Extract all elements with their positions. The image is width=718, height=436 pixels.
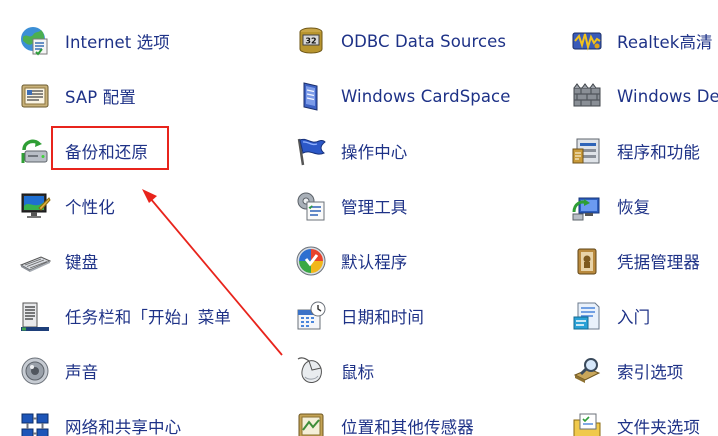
item-label: 索引选项	[617, 363, 684, 382]
control-panel-items-grid: Internet 选项 SAP 配置 备份和还原 个性化 键盘 任务栏和「开始」…	[0, 0, 718, 436]
item-label: 操作中心	[341, 143, 408, 162]
network-sharing-icon	[18, 409, 52, 436]
item-label: Internet 选项	[65, 33, 170, 52]
folder-options-icon	[570, 409, 604, 436]
item-label: 恢复	[617, 198, 651, 217]
location-sensors-icon	[294, 409, 328, 436]
windows-cardspace-icon	[294, 79, 328, 113]
item-sound[interactable]: 声音	[18, 351, 98, 391]
item-label: 日期和时间	[341, 308, 424, 327]
item-programs-features[interactable]: 程序和功能	[570, 131, 700, 171]
item-label: 位置和其他传感器	[341, 418, 474, 436]
item-network-sharing[interactable]: 网络和共享中心	[18, 406, 181, 436]
odbc-data-sources-icon: 32	[294, 24, 328, 58]
item-label: 凭据管理器	[617, 253, 700, 272]
item-admin-tools[interactable]: 管理工具	[294, 186, 407, 226]
item-taskbar-start-menu[interactable]: 任务栏和「开始」菜单	[18, 296, 231, 336]
control-panel-window: Internet 选项 SAP 配置 备份和还原 个性化 键盘 任务栏和「开始」…	[0, 0, 718, 436]
programs-features-icon	[570, 134, 604, 168]
indexing-options-icon	[570, 354, 604, 388]
item-label: 入门	[617, 308, 651, 327]
item-label: 任务栏和「开始」菜单	[65, 308, 231, 327]
keyboard-icon	[18, 244, 52, 278]
item-label: ODBC Data Sources	[341, 31, 507, 51]
item-label: 键盘	[65, 253, 99, 272]
item-label: 个性化	[65, 198, 115, 217]
sap-config-icon	[18, 79, 52, 113]
taskbar-start-menu-icon	[18, 299, 52, 333]
item-action-center[interactable]: 操作中心	[294, 131, 407, 171]
date-time-icon	[294, 299, 328, 333]
sound-icon	[18, 354, 52, 388]
item-label: 默认程序	[341, 253, 408, 272]
item-folder-options[interactable]: 文件夹选项	[570, 406, 700, 436]
item-getting-started[interactable]: 入门	[570, 296, 650, 336]
item-label: Realtek高清	[617, 33, 713, 52]
item-label: 文件夹选项	[617, 418, 700, 436]
default-programs-icon	[294, 244, 328, 278]
item-label: 鼠标	[341, 363, 375, 382]
item-date-time[interactable]: 日期和时间	[294, 296, 424, 336]
item-location-sensors[interactable]: 位置和其他传感器	[294, 406, 474, 436]
item-indexing-options[interactable]: 索引选项	[570, 351, 683, 391]
item-personalization[interactable]: 个性化	[18, 186, 115, 226]
action-center-flag-icon	[294, 134, 328, 168]
item-label: 管理工具	[341, 198, 408, 217]
item-credential-manager[interactable]: 凭据管理器	[570, 241, 700, 281]
item-label: SAP 配置	[65, 88, 136, 107]
admin-tools-icon	[294, 189, 328, 223]
getting-started-icon	[570, 299, 604, 333]
item-label: 网络和共享中心	[65, 418, 182, 436]
item-label: Windows De	[617, 86, 718, 106]
credential-manager-icon	[570, 244, 604, 278]
item-label: 程序和功能	[617, 143, 700, 162]
highlight-box	[51, 126, 169, 170]
item-sap-config[interactable]: SAP 配置	[18, 76, 136, 116]
item-windows-cardspace[interactable]: Windows CardSpace	[294, 76, 510, 116]
backup-restore-icon	[18, 134, 52, 168]
item-windows-defender[interactable]: Windows De	[570, 76, 718, 116]
item-odbc-data-sources[interactable]: 32 ODBC Data Sources	[294, 21, 506, 61]
item-default-programs[interactable]: 默认程序	[294, 241, 407, 281]
realtek-audio-icon	[570, 24, 604, 58]
personalization-icon	[18, 189, 52, 223]
internet-options-icon	[18, 24, 52, 58]
mouse-icon	[294, 354, 328, 388]
windows-defender-icon	[570, 79, 604, 113]
item-recovery[interactable]: 恢复	[570, 186, 650, 226]
item-keyboard[interactable]: 键盘	[18, 241, 98, 281]
item-label: Windows CardSpace	[341, 86, 511, 106]
item-internet-options[interactable]: Internet 选项	[18, 21, 170, 61]
recovery-icon	[570, 189, 604, 223]
svg-text:32: 32	[305, 37, 316, 46]
item-label: 声音	[65, 363, 99, 382]
item-mouse[interactable]: 鼠标	[294, 351, 374, 391]
item-realtek-audio[interactable]: Realtek高清	[570, 21, 713, 61]
